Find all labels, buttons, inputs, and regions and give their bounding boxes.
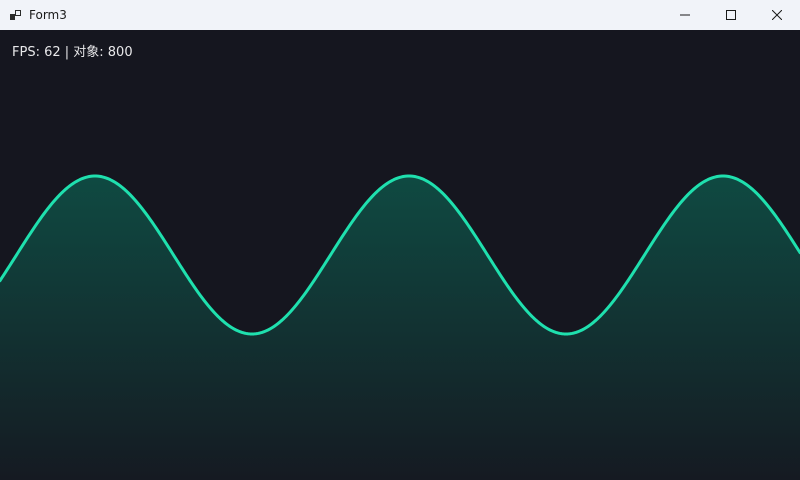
title-bar[interactable]: Form3 bbox=[0, 0, 800, 30]
wave-fill-area bbox=[0, 176, 800, 480]
minimize-icon bbox=[680, 14, 690, 16]
close-button[interactable] bbox=[754, 0, 800, 30]
maximize-icon bbox=[726, 10, 736, 20]
sine-wave bbox=[0, 174, 800, 480]
app-window: Form3 FPS: 62 | 对象: 800 bbox=[0, 0, 800, 480]
window-title: Form3 bbox=[29, 8, 67, 22]
maximize-button[interactable] bbox=[708, 0, 754, 30]
app-icon bbox=[9, 8, 23, 22]
close-icon bbox=[772, 10, 782, 20]
minimize-button[interactable] bbox=[662, 0, 708, 30]
window-controls bbox=[662, 0, 800, 30]
fps-counter: FPS: 62 | 对象: 800 bbox=[12, 45, 133, 60]
